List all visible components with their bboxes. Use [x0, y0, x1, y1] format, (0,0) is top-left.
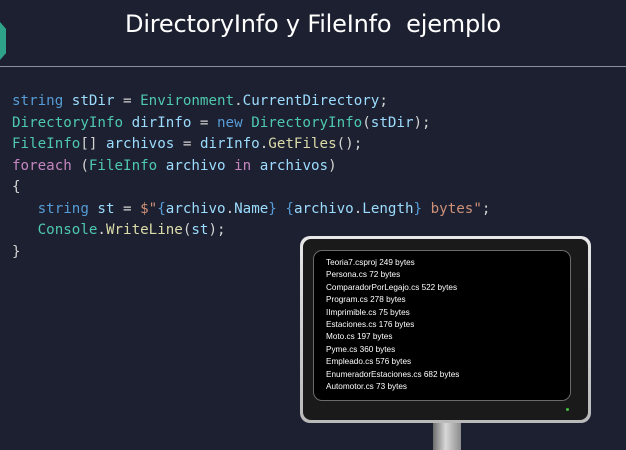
code-token: . [97, 222, 106, 238]
code-token: $" [140, 200, 158, 217]
code-token: ); [413, 114, 431, 131]
console-output-line: ComparadorPorLegajo.cs 522 bytes [326, 282, 458, 292]
monitor-illustration: Teoria7.csproj 249 bytes Persona.cs 72 b… [300, 236, 591, 423]
console-output-line: Program.cs 278 bytes [326, 295, 406, 305]
slide-title: DirectoryInfo y FileInfo ejemplo [125, 10, 501, 38]
console-output-line: Teoria7.csproj 249 bytes [326, 258, 415, 267]
code-token: . [259, 136, 269, 152]
code-token: in [234, 157, 252, 174]
code-token: . [225, 200, 235, 217]
code-token: WriteLine [105, 222, 183, 238]
console-output-line: Estaciones.cs 176 bytes [326, 320, 415, 330]
code-token: ) [328, 157, 337, 174]
code-token: archivo [293, 200, 354, 217]
code-token: ; [481, 200, 491, 217]
code-token: . [353, 200, 363, 217]
code-token: string [37, 200, 89, 217]
code-token: st [191, 222, 209, 238]
console-output-line: Automotor.cs 73 bytes [326, 382, 408, 392]
code-token: { [157, 200, 166, 217]
console-output-line: Empleado.cs 576 bytes [326, 357, 412, 367]
monitor-stand [433, 423, 461, 450]
console-output-line: IImprimible.cs 75 bytes [326, 307, 410, 317]
code-token: ( [71, 157, 89, 174]
code-token: ( [362, 114, 371, 131]
code-token: stDir [370, 114, 414, 131]
code-token: archivo [165, 157, 226, 174]
code-token: st [97, 200, 115, 217]
code-token: } [413, 200, 423, 217]
code-token: dirInfo [131, 114, 192, 131]
code-token: = [174, 136, 200, 152]
code-token: ; [379, 93, 388, 109]
power-led-icon [566, 408, 569, 411]
code-line-3: FileInfo[] archivos = dirInfo.GetFiles()… [12, 134, 490, 156]
slide-header: DirectoryInfo y FileInfo ejemplo [0, 0, 626, 67]
code-token: DirectoryInfo [251, 114, 363, 131]
code-line-5: { [12, 177, 490, 199]
code-token: archivo [165, 200, 226, 217]
code-token: bytes" [422, 200, 482, 217]
code-line-4: foreach (FileInfo archivo in archivos) [12, 156, 490, 178]
code-token: GetFiles [268, 136, 337, 152]
code-token: archivos [259, 157, 329, 174]
code-token: Name [234, 200, 269, 217]
code-line-1: string stDir = Environment.CurrentDirect… [12, 91, 490, 113]
monitor-bezel: Teoria7.csproj 249 bytes Persona.cs 72 b… [303, 239, 588, 420]
code-token: dirInfo [199, 136, 260, 152]
code-line-6: string st = $"{archivo.Name} {archivo.Le… [12, 199, 491, 221]
console-output-line: Pyme.cs 360 bytes [326, 344, 396, 354]
code-token: Console [37, 222, 98, 238]
code-token: Environment [140, 93, 235, 109]
code-token: new [217, 114, 243, 131]
code-token: = [114, 200, 141, 217]
code-token: { [285, 200, 294, 217]
code-token: DirectoryInfo [12, 114, 124, 131]
code-line-2: DirectoryInfo dirInfo = new DirectoryInf… [12, 113, 490, 135]
code-token: stDir [71, 93, 115, 109]
code-token: ); [208, 222, 226, 238]
console-screen: Teoria7.csproj 249 bytes Persona.cs 72 b… [313, 250, 571, 401]
code-token: = [191, 114, 218, 131]
console-output-line: Moto.cs 197 bytes [326, 332, 393, 342]
code-token: { [12, 179, 21, 195]
code-token: } [12, 243, 21, 260]
code-token: Length [362, 200, 414, 217]
code-token: FileInfo [12, 136, 81, 152]
code-token: [] [80, 136, 106, 152]
code-token: CurrentDirectory [242, 93, 380, 109]
console-output-line: EnumeradorEstaciones.cs 682 bytes [326, 369, 460, 379]
code-token: } [268, 200, 277, 217]
code-token: archivos [105, 136, 175, 152]
code-token: = [114, 93, 141, 109]
code-token: string [12, 93, 64, 109]
console-output-line: Persona.cs 72 bytes [326, 270, 401, 280]
code-token: (); [336, 136, 363, 152]
code-token: foreach [12, 157, 72, 174]
code-token: . [234, 93, 243, 109]
code-token: FileInfo [88, 157, 158, 174]
